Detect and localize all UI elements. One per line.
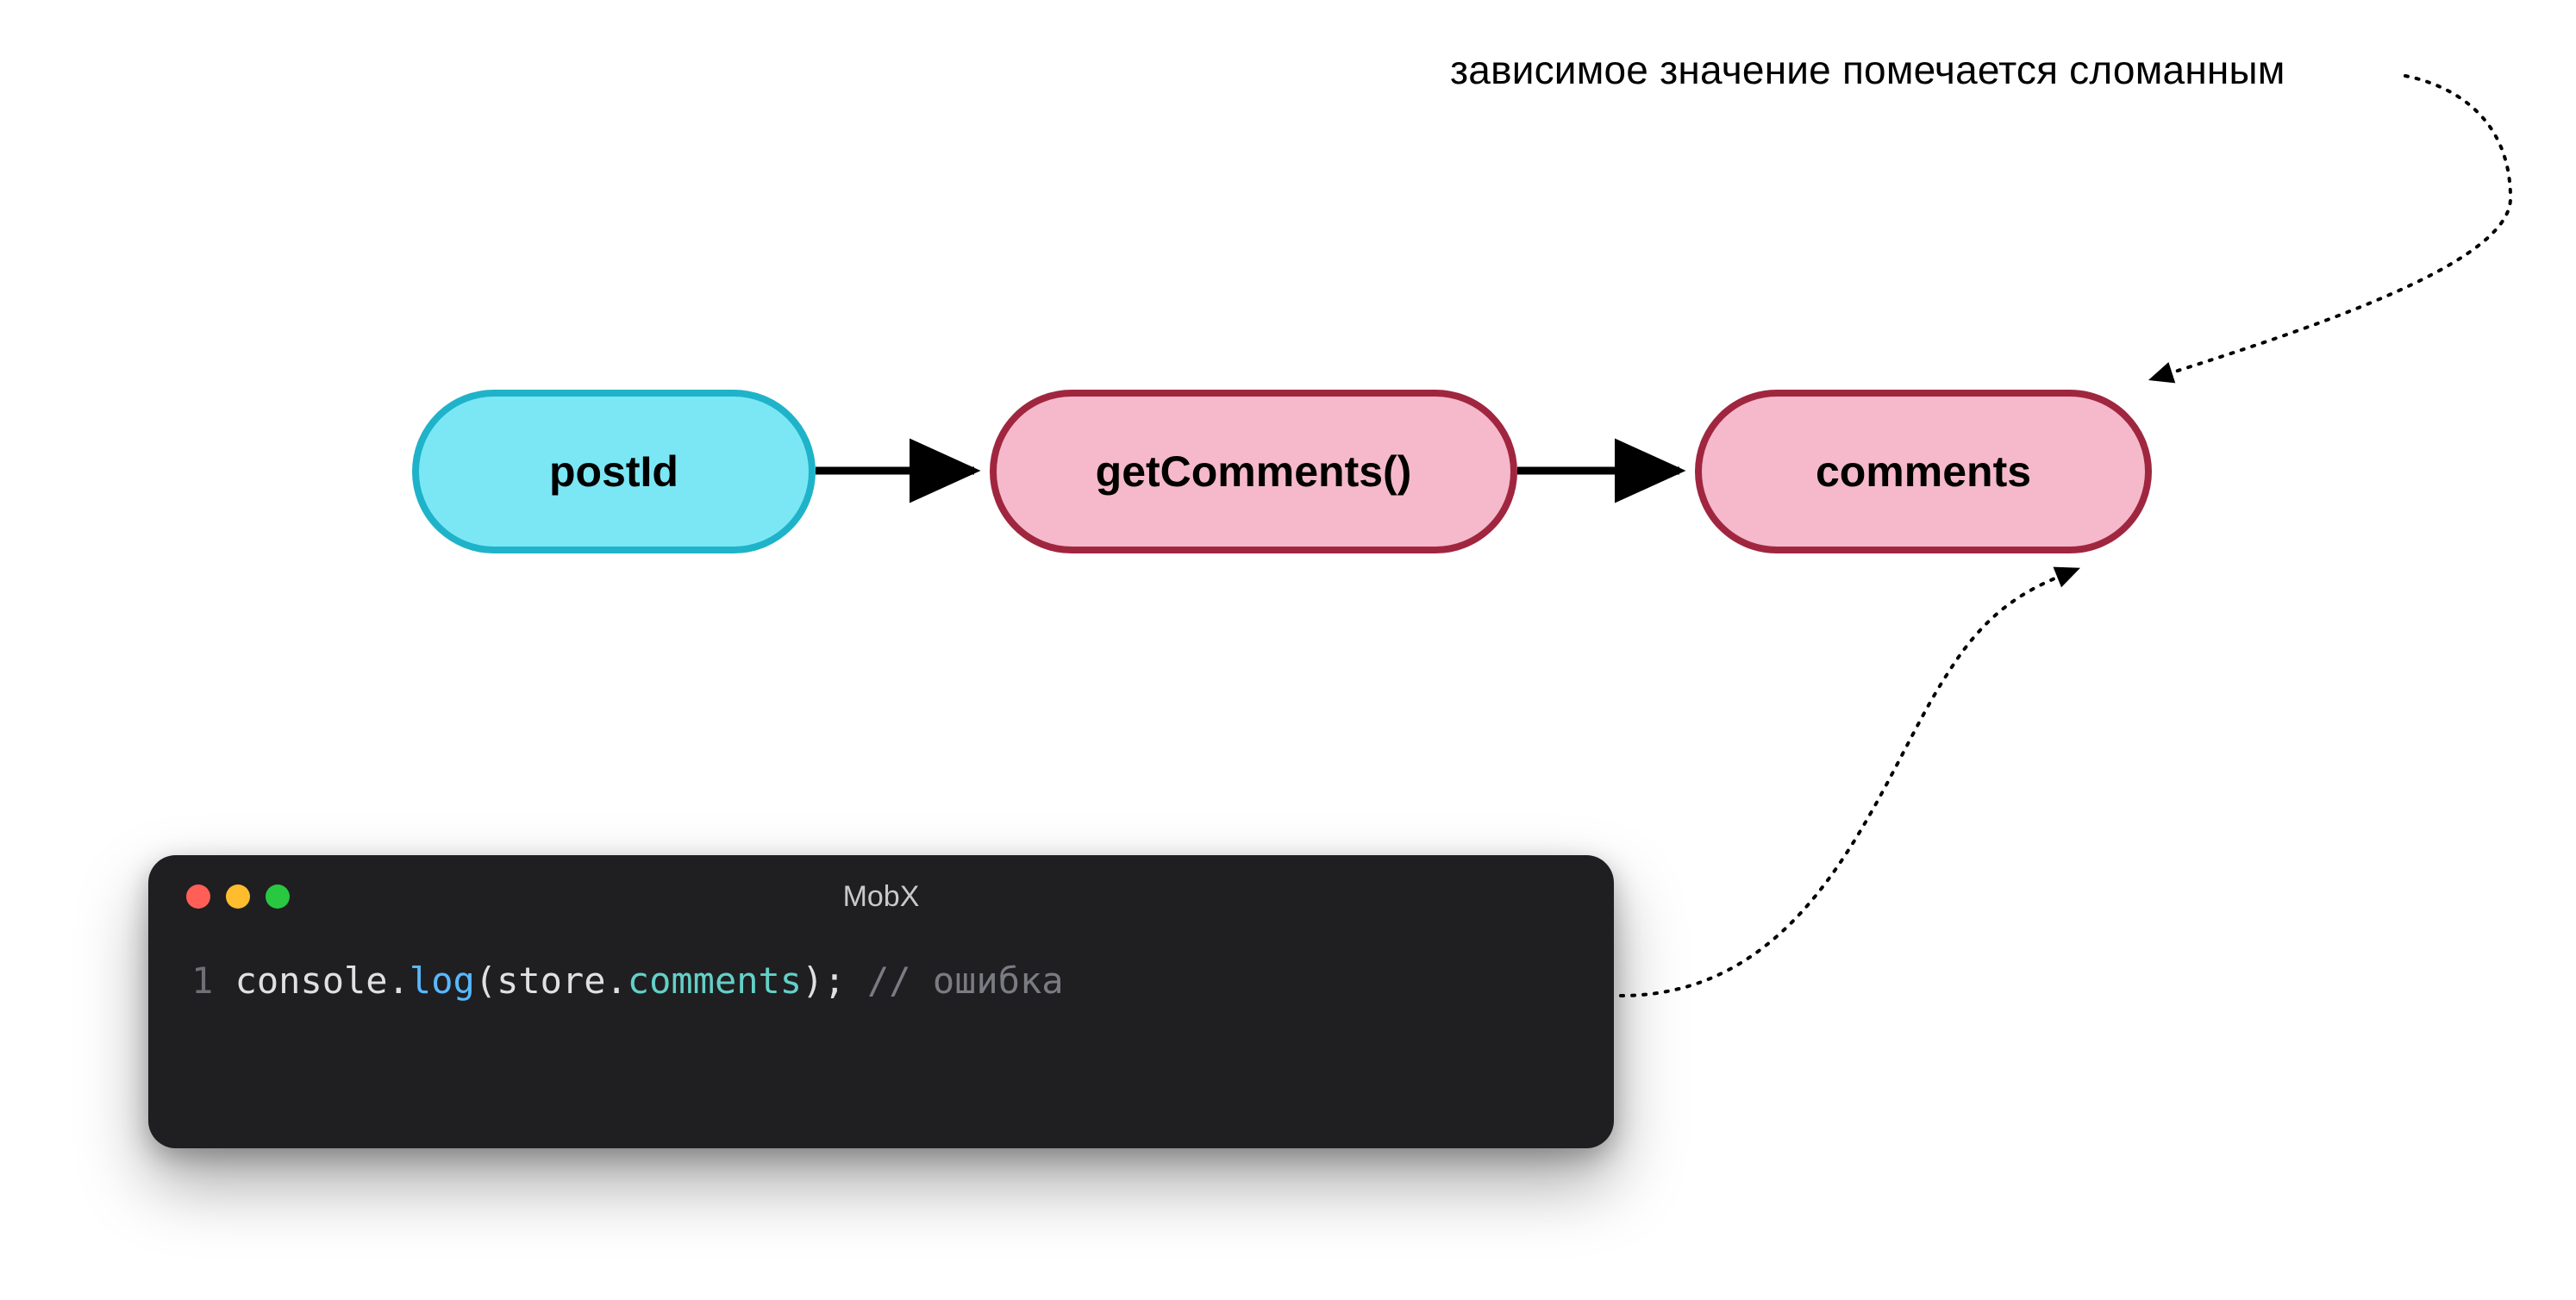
node-getcomments-label: getComments() (1096, 447, 1412, 497)
diagram-canvas: зависимое значение помечается сломанным … (0, 0, 2576, 1300)
close-icon[interactable] (186, 884, 210, 909)
dotted-arrow-top (2151, 76, 2510, 379)
window-traffic-lights (186, 884, 290, 909)
zoom-icon[interactable] (266, 884, 290, 909)
dotted-arrow-bottom (1621, 569, 2078, 996)
token-comment: // ошибка (867, 959, 1064, 1002)
token-comments: comments (628, 959, 802, 1002)
token-open-paren: ( (475, 959, 497, 1002)
token-space (846, 959, 867, 1002)
token-dot2: . (606, 959, 628, 1002)
code-window: MobX 1 console.log(store.comments); // о… (148, 855, 1614, 1148)
token-semicolon: ; (823, 959, 845, 1002)
minimize-icon[interactable] (226, 884, 250, 909)
node-comments-label: comments (1816, 447, 2031, 497)
code-window-title: MobX (843, 880, 920, 914)
token-close-paren: ) (802, 959, 823, 1002)
token-dot: . (388, 959, 410, 1002)
node-comments: comments (1695, 390, 2152, 553)
node-postid-label: postId (549, 447, 678, 497)
node-postid: postId (412, 390, 816, 553)
token-store: store (497, 959, 605, 1002)
token-console: console (235, 959, 388, 1002)
code-titlebar: MobX (148, 855, 1614, 938)
node-getcomments: getComments() (990, 390, 1517, 553)
token-log: log (410, 959, 475, 1002)
line-number: 1 (191, 959, 213, 1002)
code-body: 1 console.log(store.comments); // ошибка (148, 938, 1614, 1059)
